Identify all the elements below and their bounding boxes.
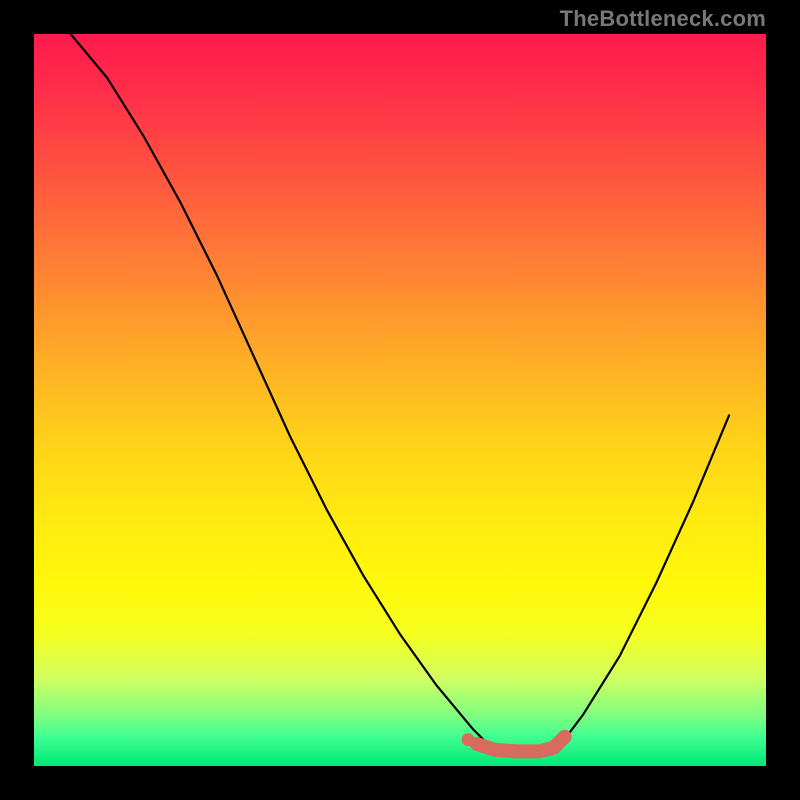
optimal-range-stroke bbox=[477, 737, 565, 752]
optimal-range-markers bbox=[462, 733, 565, 751]
optimal-range-start-dot bbox=[462, 733, 475, 746]
chart-overlay bbox=[34, 34, 766, 766]
watermark-text: TheBottleneck.com bbox=[560, 6, 766, 32]
bottleneck-curve bbox=[71, 34, 730, 751]
